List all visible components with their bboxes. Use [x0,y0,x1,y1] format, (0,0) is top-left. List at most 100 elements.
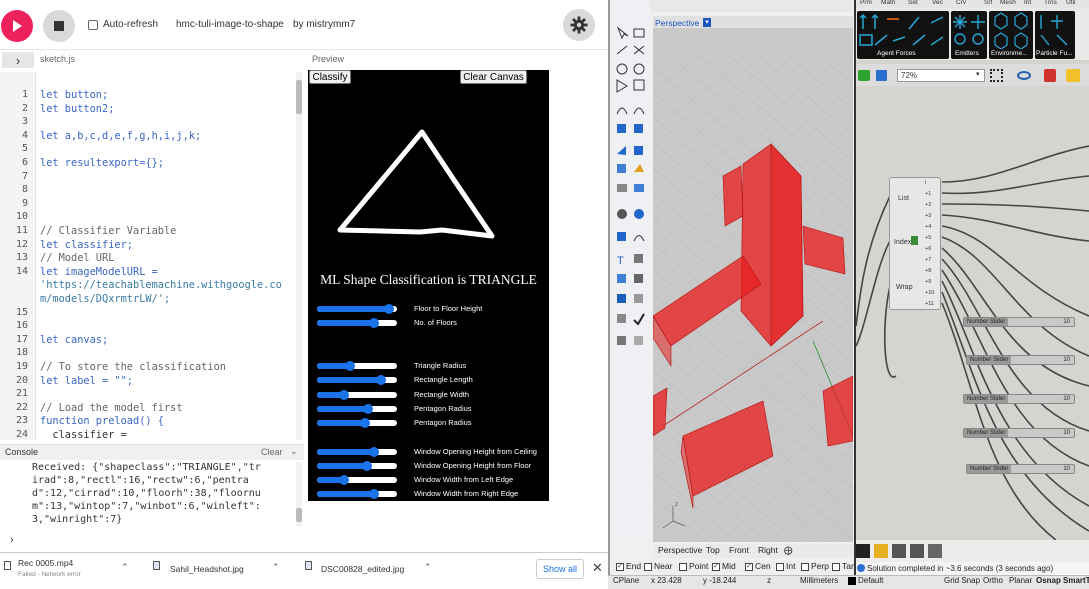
osnap-checkbox[interactable] [801,563,809,571]
gh-tool-icon[interactable] [856,544,870,558]
code-line[interactable]: let a,b,c,d,e,f,g,h,i,j,k; [40,130,201,142]
tab-right[interactable]: Right [758,545,778,555]
number-slider[interactable]: Number Slider 10 [966,355,1075,365]
list-output-port[interactable]: +6 [925,246,931,252]
console-prompt[interactable]: › [10,534,14,546]
gh-tab[interactable]: Trns [1044,0,1057,6]
tab-top[interactable]: Top [706,545,720,555]
parameter-slider[interactable] [317,390,397,400]
download-item-name[interactable]: Rec 0005.mp4 [18,558,73,568]
gh-tool-icon[interactable] [874,544,888,558]
bake-icon[interactable] [1044,69,1056,82]
parameter-slider[interactable] [317,361,397,371]
list-output-port[interactable]: +5 [925,235,931,241]
console-scrollbar[interactable] [296,508,302,522]
chevron-up-icon[interactable]: ⌃ [424,562,432,573]
chevron-up-icon[interactable]: ⌃ [121,562,129,573]
gh-tool-icon[interactable] [892,544,906,558]
gh-tab[interactable]: Vec [932,0,943,6]
zoom-select[interactable]: 72% [897,69,985,82]
code-line[interactable]: let canvas; [40,334,108,346]
chevron-down-icon[interactable]: ⌄ [290,446,298,457]
recompute-icon[interactable] [1066,69,1080,82]
parameter-slider[interactable] [317,447,397,457]
code-line[interactable]: // To store the classification [40,361,226,373]
slider-thumb[interactable] [368,318,379,328]
code-line[interactable]: let button; [40,89,108,101]
viewport-title[interactable]: Perspective [655,18,699,28]
number-slider[interactable]: Number Slider 10 [966,464,1075,474]
toggle-planar[interactable]: Planar [1009,576,1032,585]
slider-thumb[interactable] [344,361,355,371]
toggle-sidebar-button[interactable]: › [2,52,34,68]
gh-tab[interactable]: Math [881,0,895,6]
osnap-checkbox[interactable]: ✓ [712,563,720,571]
list-output-port[interactable]: +11 [925,301,934,307]
slider-thumb[interactable] [368,447,379,457]
parameter-slider[interactable] [317,375,397,385]
code-scrollbar[interactable] [296,80,302,114]
number-slider[interactable]: Number Slider 10 [963,394,1075,404]
code-line[interactable]: let button2; [40,103,114,115]
gh-tab[interactable]: Crv [956,0,966,6]
list-output-port[interactable]: i [925,180,926,186]
list-output-port[interactable]: +3 [925,213,931,219]
code-line[interactable]: function preload() { [40,415,164,427]
rhino-tool-icons[interactable]: T [612,24,650,354]
parameter-slider[interactable] [317,475,397,485]
code-line[interactable]: let resultexport={}; [40,157,164,169]
list-output-port[interactable]: +8 [925,268,931,274]
osnap-checkbox[interactable] [832,563,840,571]
toggle-osnap[interactable]: Osnap [1036,576,1061,585]
preview-eye-icon[interactable] [1017,71,1031,80]
osnap-checkbox[interactable] [679,563,687,571]
osnap-checkbox[interactable] [644,563,652,571]
download-item-name[interactable]: DSC00828_edited.jpg [321,564,404,574]
download-item-name[interactable]: Sahil_Headshot.jpg [170,564,244,574]
settings-button[interactable] [563,9,595,41]
slider-thumb[interactable] [368,489,379,499]
add-tab-icon[interactable]: ⨁ [784,545,793,556]
number-slider[interactable]: Number Slider 10 [963,317,1075,327]
slider-thumb[interactable] [360,418,370,428]
zoom-extents-icon[interactable] [990,69,1003,82]
gh-tab[interactable]: Mesh [1000,0,1016,6]
osnap-checkbox[interactable]: ✓ [616,563,624,571]
code-line[interactable]: // Model URL [40,252,114,264]
gh-tab[interactable]: Util [1066,0,1075,6]
list-output-port[interactable]: +2 [925,202,931,208]
parameter-slider[interactable] [317,404,397,414]
save-icon[interactable] [876,70,887,81]
code-line[interactable]: // Load the model first [40,402,183,414]
toggle-grid-snap[interactable]: Grid Snap [944,576,980,585]
play-button[interactable] [1,10,33,42]
close-icon[interactable]: ✕ [592,560,603,576]
code-line[interactable]: 'https://teachablemachine.withgoogle.co [40,279,282,291]
slider-thumb[interactable] [384,304,394,314]
viewport-dropdown-icon[interactable]: ▾ [703,18,711,27]
list-output-port[interactable]: +10 [925,290,934,296]
status-layer[interactable]: Default [858,576,883,585]
gh-tool-icon[interactable] [910,544,924,558]
console-clear-button[interactable]: Clear [261,447,283,457]
auto-refresh-checkbox[interactable] [88,20,98,30]
parameter-slider[interactable] [317,418,397,428]
code-line[interactable]: classifier = [40,429,126,441]
list-output-port[interactable]: +1 [925,191,931,197]
sketch-title[interactable]: hmc-tuli-image-to-shape [176,19,284,30]
chevron-down-icon[interactable]: ▾ [976,70,980,78]
slider-thumb[interactable] [376,375,386,385]
file-name[interactable]: sketch.js [40,54,75,64]
number-slider[interactable]: Number Slider 10 [963,428,1075,438]
tab-front[interactable]: Front [729,545,749,555]
list-output-port[interactable]: +9 [925,279,931,285]
chevron-up-icon[interactable]: ⌃ [272,562,280,573]
perspective-viewport[interactable]: z [653,16,853,542]
gh-tab[interactable]: Prm [860,0,872,6]
sketch-author[interactable]: by mistrymm7 [293,19,355,30]
list-output-port[interactable]: +7 [925,257,931,263]
gh-tool-icon[interactable] [928,544,942,558]
code-line[interactable]: // Classifier Variable [40,225,176,237]
stop-button[interactable] [43,10,75,42]
code-line[interactable]: m/models/DQxrmtrLW/'; [40,293,170,305]
